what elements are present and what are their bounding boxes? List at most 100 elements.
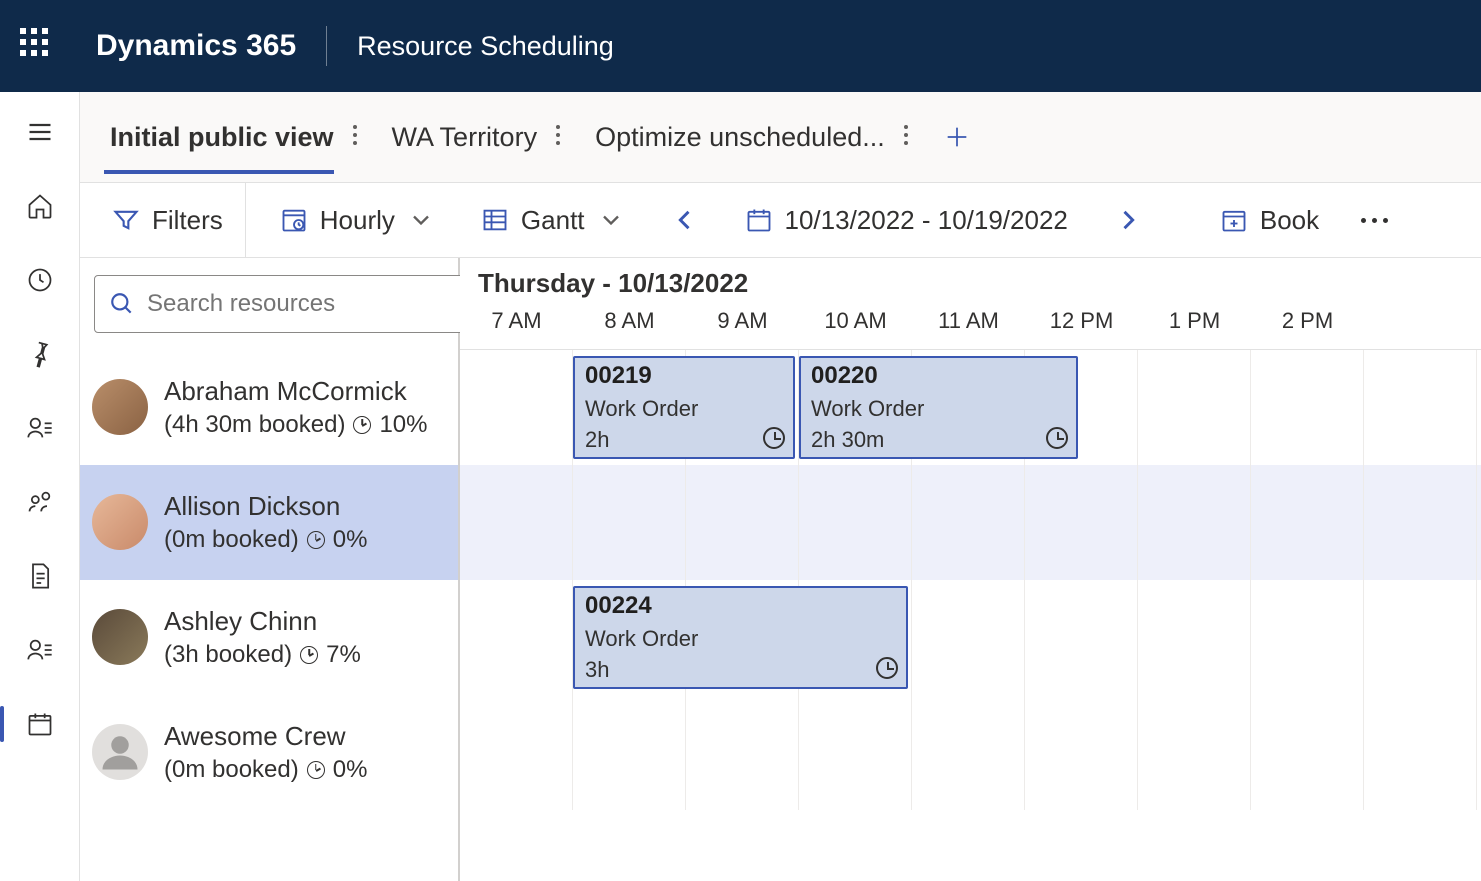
search-resources-input[interactable] [94, 275, 472, 333]
resource-name: Abraham McCormick [164, 376, 428, 407]
clock-icon [763, 427, 785, 449]
gantt-rows: 00219 Work Order 2h 00220 Work Order 2h … [460, 350, 1481, 810]
avatar [92, 494, 148, 550]
booking-card[interactable]: 00219 Work Order 2h [573, 356, 795, 459]
module-name: Resource Scheduling [357, 31, 614, 62]
search-field[interactable] [147, 290, 457, 318]
booking-id: 00224 [585, 592, 896, 620]
booking-card[interactable]: 00220 Work Order 2h 30m [799, 356, 1078, 459]
layout-mode-label: Gantt [521, 205, 585, 236]
view-mode-dropdown[interactable]: Hourly [268, 197, 447, 244]
tab-optimize-unscheduled[interactable]: Optimize unscheduled... [589, 92, 919, 182]
resource-row[interactable]: Ashley Chinn (3h booked) 7% [80, 580, 458, 695]
app-header: Dynamics 365 Resource Scheduling [0, 0, 1481, 92]
prev-period-button[interactable] [659, 198, 711, 242]
gantt-row[interactable] [460, 465, 1481, 580]
avatar [92, 609, 148, 665]
booking-type: Work Order [811, 396, 1066, 422]
hour-label: 7 AM [460, 308, 573, 334]
gantt-row[interactable]: 00224 Work Order 3h [460, 580, 1481, 695]
hour-labels: 7 AM 8 AM 9 AM 10 AM 11 AM 12 PM 1 PM 2 … [460, 308, 1481, 334]
tab-label: Initial public view [110, 122, 334, 153]
resource-search-row [80, 258, 458, 350]
hour-label: 12 PM [1025, 308, 1138, 334]
hour-label: 9 AM [686, 308, 799, 334]
avatar [92, 724, 148, 780]
resource-row[interactable]: Abraham McCormick (4h 30m booked) 10% [80, 350, 458, 465]
recent-icon[interactable] [18, 258, 62, 302]
date-range-text: 10/13/2022 - 10/19/2022 [785, 205, 1068, 236]
booking-duration: 2h [585, 427, 783, 453]
gantt-row[interactable] [460, 695, 1481, 810]
pin-icon[interactable] [18, 332, 62, 376]
booking-id: 00219 [585, 362, 783, 390]
tab-more-icon[interactable] [897, 116, 913, 159]
schedule-toolbar: Filters Hourly Gantt 10/13/2022 - 10/19/… [80, 182, 1481, 258]
gantt-row[interactable]: 00219 Work Order 2h 00220 Work Order 2h … [460, 350, 1481, 465]
contacts-list-icon[interactable] [18, 628, 62, 672]
schedule-tabs: Initial public view WA Territory Optimiz… [80, 92, 1481, 182]
tab-wa-territory[interactable]: WA Territory [386, 92, 572, 182]
booking-type: Work Order [585, 396, 783, 422]
document-icon[interactable] [18, 554, 62, 598]
book-label: Book [1260, 205, 1319, 236]
tab-initial-public-view[interactable]: Initial public view [104, 92, 368, 182]
header-divider [326, 26, 327, 66]
app-launcher-icon[interactable] [20, 28, 56, 64]
add-tab-button[interactable] [937, 117, 977, 157]
hamburger-icon[interactable] [18, 110, 62, 154]
filters-label: Filters [152, 205, 223, 236]
chevron-down-icon [407, 206, 435, 234]
calendar-plus-icon [1220, 206, 1248, 234]
hour-label: 1 PM [1138, 308, 1251, 334]
team-icon[interactable] [18, 480, 62, 524]
clock-icon [1046, 427, 1068, 449]
gantt-header: Thursday - 10/13/2022 7 AM 8 AM 9 AM 10 … [460, 258, 1481, 350]
hour-label: 10 AM [799, 308, 912, 334]
resource-name: Allison Dickson [164, 491, 367, 522]
tab-more-icon[interactable] [346, 116, 362, 159]
date-range-picker[interactable]: 10/13/2022 - 10/19/2022 [733, 197, 1080, 244]
clock-icon [307, 761, 325, 779]
app-name: Dynamics 365 [96, 29, 296, 63]
layout-mode-dropdown[interactable]: Gantt [469, 197, 637, 244]
hour-label: 8 AM [573, 308, 686, 334]
resource-row[interactable]: Allison Dickson (0m booked) 0% [80, 465, 458, 580]
clock-icon [876, 657, 898, 679]
clock-icon [300, 646, 318, 664]
avatar [92, 379, 148, 435]
filters-button[interactable]: Filters [100, 183, 246, 257]
chevron-down-icon [597, 206, 625, 234]
left-nav-rail [0, 92, 80, 881]
hour-label: 2 PM [1251, 308, 1364, 334]
home-icon[interactable] [18, 184, 62, 228]
resource-panel: Abraham McCormick (4h 30m booked) 10% Al… [80, 258, 460, 881]
resource-meta: (4h 30m booked) 10% [164, 411, 428, 439]
next-period-button[interactable] [1102, 198, 1154, 242]
gantt-date-header: Thursday - 10/13/2022 [460, 258, 1481, 299]
resource-meta: (3h booked) 7% [164, 641, 361, 669]
more-commands-button[interactable] [1353, 210, 1396, 231]
gantt-panel: Thursday - 10/13/2022 7 AM 8 AM 9 AM 10 … [460, 258, 1481, 881]
search-icon [109, 291, 135, 317]
resource-name: Awesome Crew [164, 721, 367, 752]
booking-card[interactable]: 00224 Work Order 3h [573, 586, 908, 689]
tab-label: Optimize unscheduled... [595, 122, 885, 153]
contacts-icon[interactable] [18, 406, 62, 450]
resource-meta: (0m booked) 0% [164, 526, 367, 554]
book-button[interactable]: Book [1208, 197, 1331, 244]
hour-label: 11 AM [912, 308, 1025, 334]
view-mode-label: Hourly [320, 205, 395, 236]
clock-icon [353, 416, 371, 434]
resource-row[interactable]: Awesome Crew (0m booked) 0% [80, 695, 458, 810]
booking-duration: 3h [585, 657, 896, 683]
resource-name: Ashley Chinn [164, 606, 361, 637]
schedule-board-icon[interactable] [18, 702, 62, 746]
booking-type: Work Order [585, 626, 896, 652]
booking-duration: 2h 30m [811, 427, 1066, 453]
booking-id: 00220 [811, 362, 1066, 390]
calendar-icon [745, 206, 773, 234]
tab-more-icon[interactable] [549, 116, 565, 159]
resource-meta: (0m booked) 0% [164, 756, 367, 784]
schedule-body: Abraham McCormick (4h 30m booked) 10% Al… [80, 258, 1481, 881]
